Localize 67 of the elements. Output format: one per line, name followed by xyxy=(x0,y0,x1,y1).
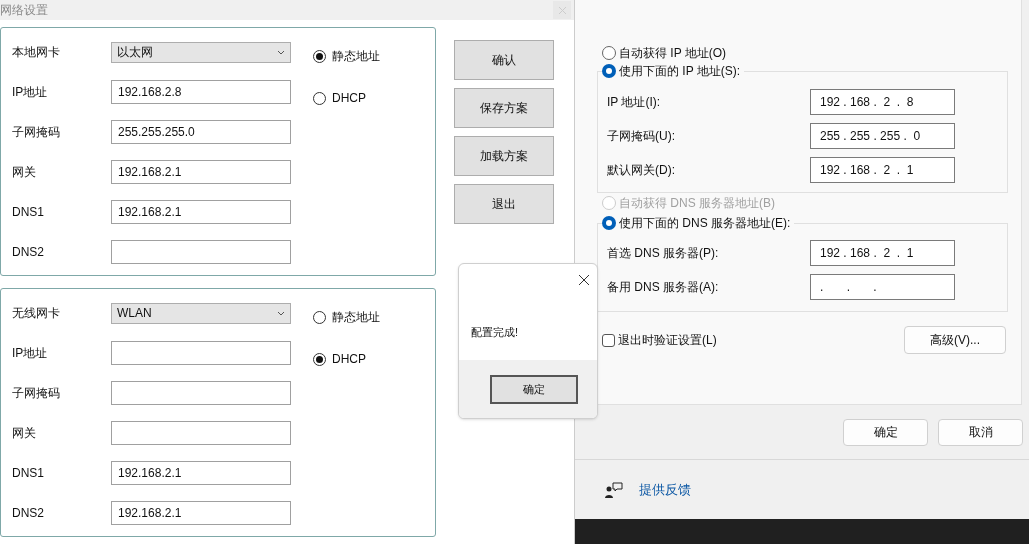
radio-button[interactable] xyxy=(313,352,326,366)
field-label: 首选 DNS 服务器(P): xyxy=(607,245,720,262)
field-label: IP地址 xyxy=(12,345,49,362)
action-button[interactable]: 确认 xyxy=(454,40,554,80)
dialog-button[interactable]: 确定 xyxy=(843,418,928,446)
radio-label: DHCP xyxy=(332,351,366,368)
radio-button[interactable] xyxy=(602,46,616,60)
checkbox[interactable] xyxy=(602,333,615,347)
field-label: DNS1 xyxy=(12,204,45,221)
field-label: IP 地址(I): xyxy=(607,94,662,111)
ip-address-field[interactable]: 192 . 168 . 2 . 1 xyxy=(810,157,955,183)
message-text: 配置完成! xyxy=(471,325,519,340)
text-field[interactable]: 192.168.2.1 xyxy=(111,160,291,184)
feedback-link[interactable]: 提供反馈 xyxy=(639,479,691,500)
text-field[interactable]: 192.168.2.1 xyxy=(111,200,291,224)
radio-button[interactable] xyxy=(313,91,326,105)
text-field[interactable] xyxy=(111,240,291,264)
radio-label: 使用下面的 DNS 服务器地址(E): xyxy=(619,215,791,232)
checkbox-label: 退出时验证设置(L) xyxy=(618,332,717,349)
field-label: 子网掩码 xyxy=(12,124,61,141)
field-label: 备用 DNS 服务器(A): xyxy=(607,279,720,296)
field-label: 子网掩码(U): xyxy=(607,128,676,145)
radio-button[interactable] xyxy=(313,49,326,63)
field-label: 本地网卡 xyxy=(12,44,61,61)
adapter-dropdown[interactable]: WLAN xyxy=(111,302,291,324)
adapter-dropdown[interactable]: 以太网 xyxy=(111,41,291,63)
field-label: IP地址 xyxy=(12,84,49,101)
field-label: DNS2 xyxy=(12,244,45,261)
action-button[interactable]: 保存方案 xyxy=(454,88,554,128)
feedback-icon xyxy=(605,481,623,498)
window-title: 网络设置 xyxy=(0,2,48,19)
text-field[interactable] xyxy=(111,341,291,365)
field-label: DNS1 xyxy=(12,465,45,482)
chevron-down-icon xyxy=(277,49,285,55)
radio-label: 自动获得 DNS 服务器地址(B) xyxy=(619,195,775,212)
text-field[interactable] xyxy=(111,381,291,405)
radio-label: DHCP xyxy=(332,90,366,107)
field-label: 子网掩码 xyxy=(12,385,61,402)
dialog-button[interactable]: 取消 xyxy=(938,418,1023,446)
text-field[interactable]: 192.168.2.1 xyxy=(111,501,291,525)
ip-address-field[interactable]: 255 . 255 . 255 . 0 xyxy=(810,123,955,149)
text-field[interactable]: 192.168.2.8 xyxy=(111,80,291,104)
chevron-down-icon xyxy=(277,310,285,316)
close-icon xyxy=(558,6,566,14)
ip-address-field[interactable]: . . . xyxy=(810,274,955,300)
radio-label: 使用下面的 IP 地址(S): xyxy=(619,63,741,80)
radio-button[interactable] xyxy=(602,216,616,230)
ip-address-field[interactable]: 192 . 168 . 2 . 8 xyxy=(810,89,955,115)
action-button[interactable]: 加载方案 xyxy=(454,136,554,176)
radio-label: 自动获得 IP 地址(O) xyxy=(619,45,727,62)
ok-button[interactable]: 确定 xyxy=(490,374,578,404)
text-field[interactable]: 255.255.255.0 xyxy=(111,120,291,144)
radio-button[interactable] xyxy=(313,310,326,324)
field-label: DNS2 xyxy=(12,505,45,522)
radio-label: 静态地址 xyxy=(332,48,380,65)
radio-button[interactable] xyxy=(602,64,616,78)
field-label: 网关 xyxy=(12,425,37,442)
action-button[interactable]: 退出 xyxy=(454,184,554,224)
field-label: 网关 xyxy=(12,164,37,181)
close-icon[interactable] xyxy=(579,275,589,285)
radio-label: 静态地址 xyxy=(332,309,380,326)
field-label: 默认网关(D): xyxy=(607,162,676,179)
advanced-button[interactable]: 高级(V)... xyxy=(904,326,1006,354)
text-field[interactable] xyxy=(111,421,291,445)
field-label: 无线网卡 xyxy=(12,305,61,322)
ip-address-field[interactable]: 192 . 168 . 2 . 1 xyxy=(810,240,955,266)
text-field[interactable]: 192.168.2.1 xyxy=(111,461,291,485)
